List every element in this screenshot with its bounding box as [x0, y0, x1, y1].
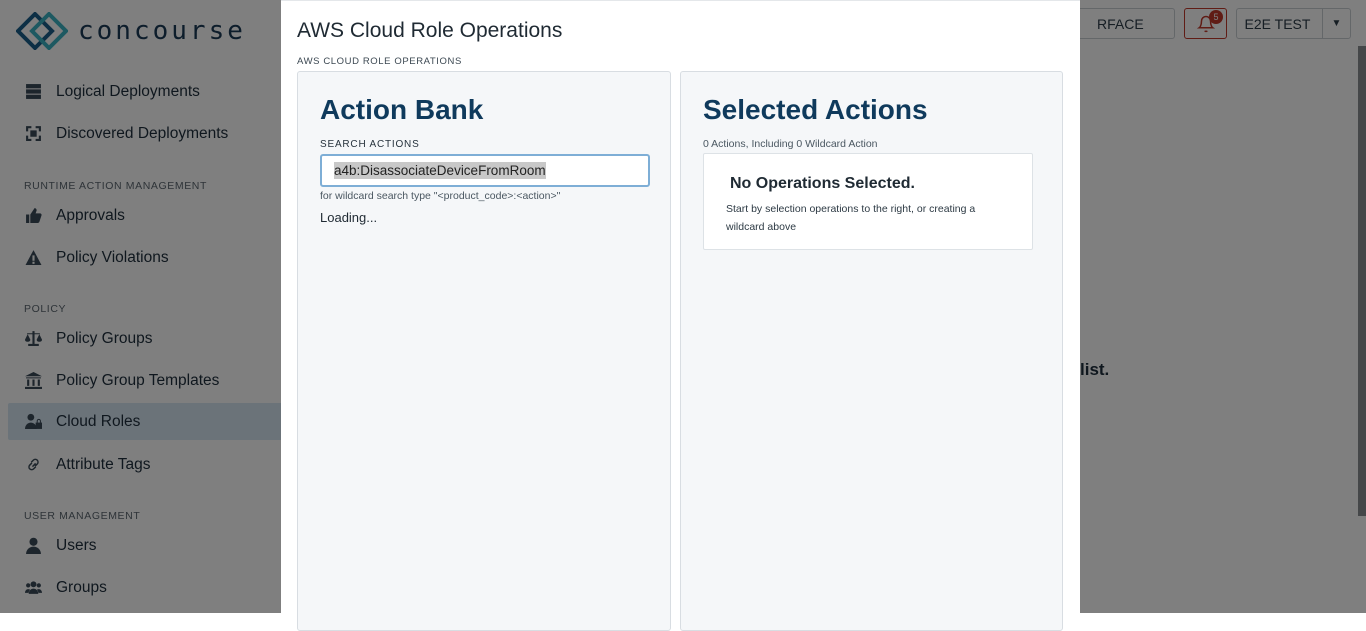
- empty-state-card: No Operations Selected. Start by selecti…: [703, 153, 1033, 250]
- selected-actions-title: Selected Actions: [703, 94, 928, 125]
- loading-status: Loading...: [320, 210, 378, 225]
- empty-state-title: No Operations Selected.: [730, 175, 915, 192]
- search-actions-value: a4b:DisassociateDeviceFromRoom: [334, 162, 546, 179]
- wildcard-hint: for wildcard search type "<product_code>…: [320, 190, 561, 202]
- modal-title: AWS Cloud Role Operations: [297, 19, 563, 42]
- modal-subtitle: AWS CLOUD ROLE OPERATIONS: [297, 56, 462, 67]
- action-bank-panel: Action Bank SEARCH ACTIONS a4b:Disassoci…: [297, 71, 671, 631]
- selected-actions-count: 0 Actions, Including 0 Wildcard Action: [703, 138, 878, 150]
- action-bank-title: Action Bank: [320, 94, 484, 125]
- empty-state-text: Start by selection operations to the rig…: [726, 203, 976, 233]
- selected-actions-panel: Selected Actions 0 Actions, Including 0 …: [680, 71, 1063, 631]
- search-actions-input[interactable]: a4b:DisassociateDeviceFromRoom: [320, 154, 650, 187]
- aws-cloud-role-operations-modal: AWS Cloud Role Operations AWS CLOUD ROLE…: [281, 0, 1080, 631]
- search-actions-label: SEARCH ACTIONS: [320, 139, 420, 150]
